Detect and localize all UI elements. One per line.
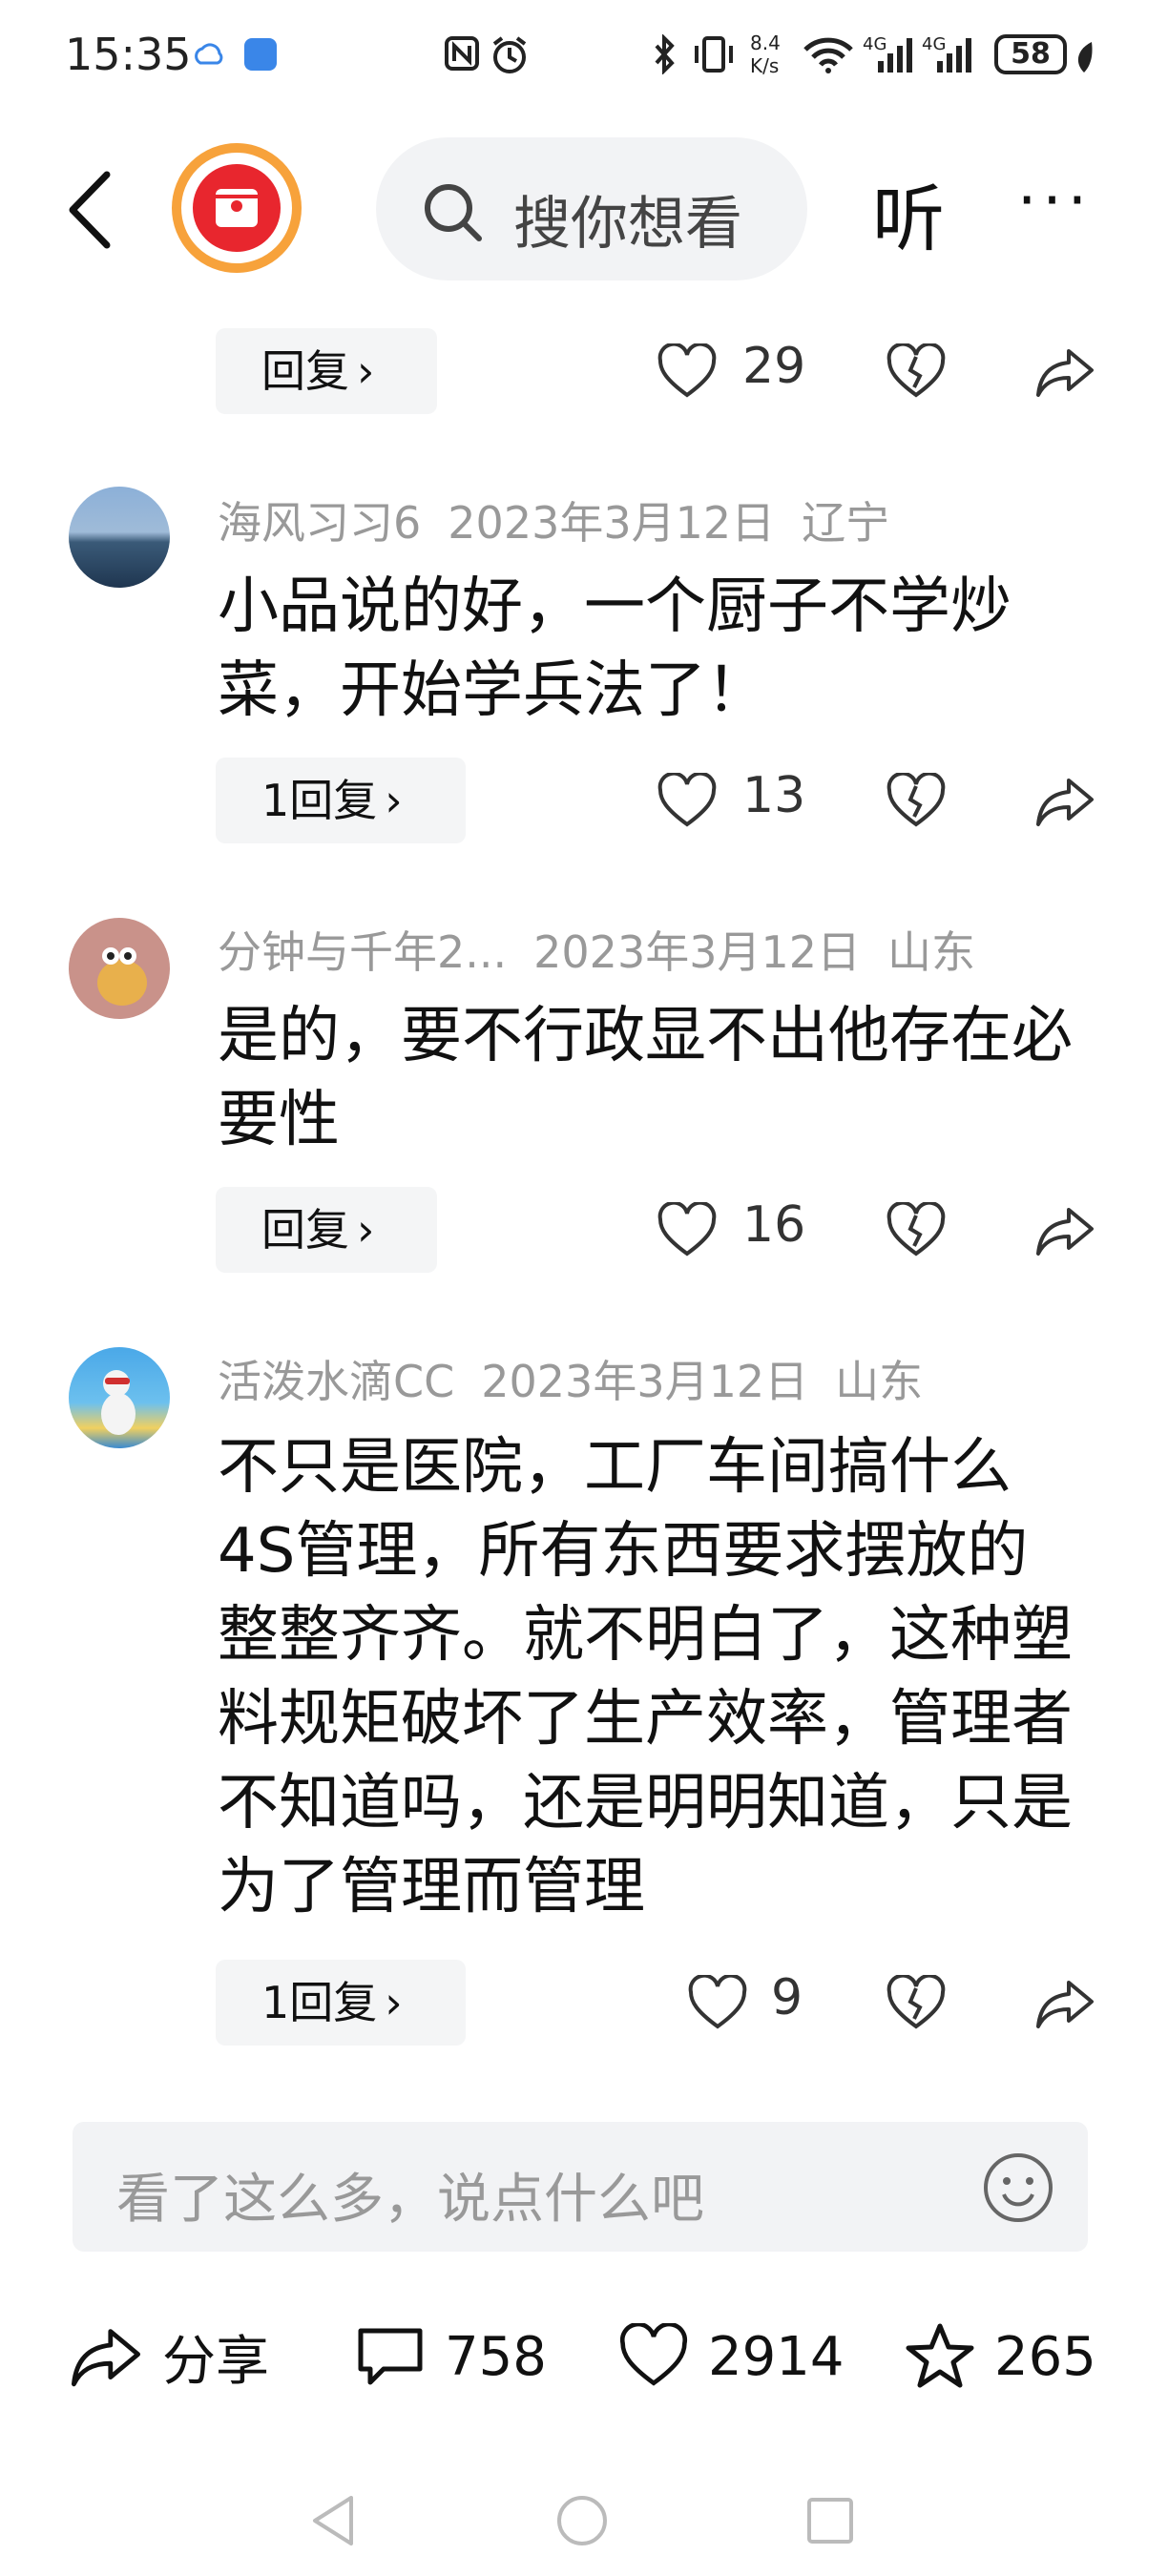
chevron-right-icon: › [385, 775, 403, 826]
comment-meta: 活泼水滴CC 2023年3月12日 山东 [218, 1347, 949, 1410]
like-heart-icon[interactable] [657, 1202, 718, 1259]
favorites-count: 265 [994, 2325, 1096, 2388]
comment-text: 不只是医院，工厂车间搞什么4S管理，所有东西要求摆放的整整齐齐。就不明白了，这种… [218, 1432, 1073, 1922]
reply-label: 回复 [261, 345, 349, 397]
signal-icon [878, 38, 912, 73]
comment-location: 山东 [887, 926, 976, 978]
star-icon [906, 2323, 974, 2388]
share-label: 分享 [162, 2330, 269, 2393]
bottom-action-bar: 分享 758 2914 265 [0, 2299, 1168, 2404]
comment-date: 2023年3月12日 [481, 1356, 809, 1407]
reply-label: 回复 [261, 1204, 349, 1256]
comment-username[interactable]: 分钟与千年2... [218, 926, 507, 978]
reply-label: 1回复 [261, 1977, 378, 2028]
like-heart-icon[interactable] [687, 1975, 748, 2032]
comment-input[interactable]: 看了这么多，说点什么吧 [73, 2122, 1088, 2252]
bluetooth-icon [655, 34, 675, 74]
like-heart-icon[interactable] [657, 343, 718, 401]
battery-indicator: 58 [994, 34, 1067, 74]
status-bar: 15:35 8.4 K/s 4G 4G 58 [0, 0, 1168, 114]
comments-count: 758 [445, 2325, 547, 2388]
share-icon[interactable] [1034, 1975, 1095, 2032]
like-count: 29 [742, 338, 806, 395]
dislike-broken-heart-icon[interactable] [886, 343, 947, 401]
nav-home-icon[interactable] [553, 2492, 611, 2549]
favorite-button[interactable]: 265 [905, 2318, 1096, 2395]
wifi-icon [803, 37, 853, 73]
nfc-icon [445, 36, 479, 71]
share-icon[interactable] [1034, 773, 1095, 830]
reply-button[interactable]: 回复 › [216, 328, 437, 414]
search-icon [425, 184, 482, 241]
comment-location: 辽宁 [802, 497, 890, 549]
reply-button[interactable]: 1回复 › [216, 1960, 466, 2046]
nav-back-icon[interactable] [307, 2492, 359, 2549]
like-button[interactable]: 2914 [618, 2318, 845, 2395]
like-heart-icon[interactable] [657, 773, 718, 830]
nav-recents-icon[interactable] [803, 2494, 857, 2547]
comments-button[interactable]: 758 [355, 2318, 547, 2395]
net-speed-unit: K/s [750, 54, 780, 77]
share-icon [71, 2329, 140, 2387]
app-notification-icon [244, 38, 277, 71]
author-avatar[interactable] [172, 143, 302, 273]
avatar-logo-icon [193, 164, 281, 252]
cloud-sync-icon [195, 43, 223, 65]
comment-text: 小品说的好，一个厨子不学炒菜，开始学兵法了！ [218, 571, 1012, 726]
like-count: 16 [742, 1196, 806, 1254]
user-avatar[interactable] [69, 487, 170, 588]
alarm-icon [492, 36, 527, 73]
comment-username[interactable]: 海风习习6 [218, 497, 421, 549]
vibrate-icon [695, 36, 733, 73]
comment-meta: 海风习习6 2023年3月12日 辽宁 [218, 488, 916, 551]
dislike-broken-heart-icon[interactable] [886, 1202, 947, 1259]
chevron-right-icon: › [357, 1204, 375, 1256]
signal-icon [937, 38, 971, 73]
search-input[interactable]: 搜你想看 [376, 137, 807, 280]
status-time: 15:35 [65, 29, 192, 80]
chevron-right-icon: › [357, 345, 375, 397]
listen-button[interactable]: 听 [872, 160, 945, 265]
system-nav-bar [0, 2471, 1168, 2576]
user-avatar[interactable] [69, 918, 170, 1019]
comment-meta: 分钟与千年2... 2023年3月12日 山东 [218, 918, 1002, 981]
share-icon[interactable] [1034, 1202, 1095, 1259]
reply-label: 1回复 [261, 775, 378, 826]
comment-date: 2023年3月12日 [448, 497, 776, 549]
back-button[interactable] [57, 167, 124, 253]
likes-count: 2914 [708, 2325, 845, 2388]
user-avatar[interactable] [69, 1347, 170, 1448]
emoji-icon[interactable] [981, 2150, 1055, 2225]
comment-date: 2023年3月12日 [533, 926, 862, 978]
heart-icon [619, 2323, 688, 2386]
share-icon[interactable] [1034, 343, 1095, 401]
like-count: 13 [742, 767, 806, 824]
comment-username[interactable]: 活泼水滴CC [218, 1356, 454, 1407]
share-button[interactable]: 分享 [69, 2318, 269, 2395]
comment-placeholder: 看了这么多，说点什么吧 [116, 2169, 704, 2231]
like-count: 9 [771, 1969, 803, 2026]
dislike-broken-heart-icon[interactable] [886, 1975, 947, 2032]
header: 搜你想看 听 ··· [0, 124, 1168, 286]
reply-button[interactable]: 1回复 › [216, 758, 466, 843]
more-button[interactable]: ··· [1017, 166, 1093, 237]
dislike-broken-heart-icon[interactable] [886, 773, 947, 830]
net-speed-value: 8.4 [750, 31, 781, 54]
search-placeholder: 搜你想看 [513, 191, 742, 258]
comment-bubble-icon [358, 2328, 423, 2385]
comment-location: 山东 [835, 1356, 924, 1407]
reply-button[interactable]: 回复 › [216, 1187, 437, 1273]
chevron-right-icon: › [385, 1977, 403, 2028]
comment-text: 是的，要不行政显不出他存在必要性 [218, 1001, 1073, 1155]
leaf-icon [1077, 42, 1093, 73]
